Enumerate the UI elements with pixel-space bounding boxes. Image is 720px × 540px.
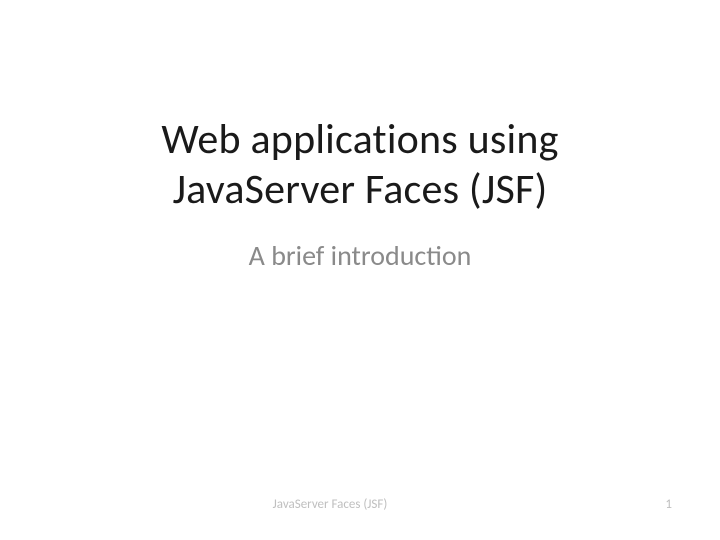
footer-text: JavaServer Faces (JSF) (0, 497, 660, 512)
page-number: 1 (665, 497, 672, 512)
slide-container: Web applications using JavaServer Faces … (0, 0, 720, 540)
title-line-1: Web applications using (161, 114, 558, 165)
slide-subtitle: A brief introduction (249, 238, 472, 273)
slide-title: Web applications using JavaServer Faces … (161, 115, 558, 216)
title-line-2: JavaServer Faces (JSF) (173, 164, 548, 215)
slide-footer: JavaServer Faces (JSF) 1 (0, 497, 720, 512)
